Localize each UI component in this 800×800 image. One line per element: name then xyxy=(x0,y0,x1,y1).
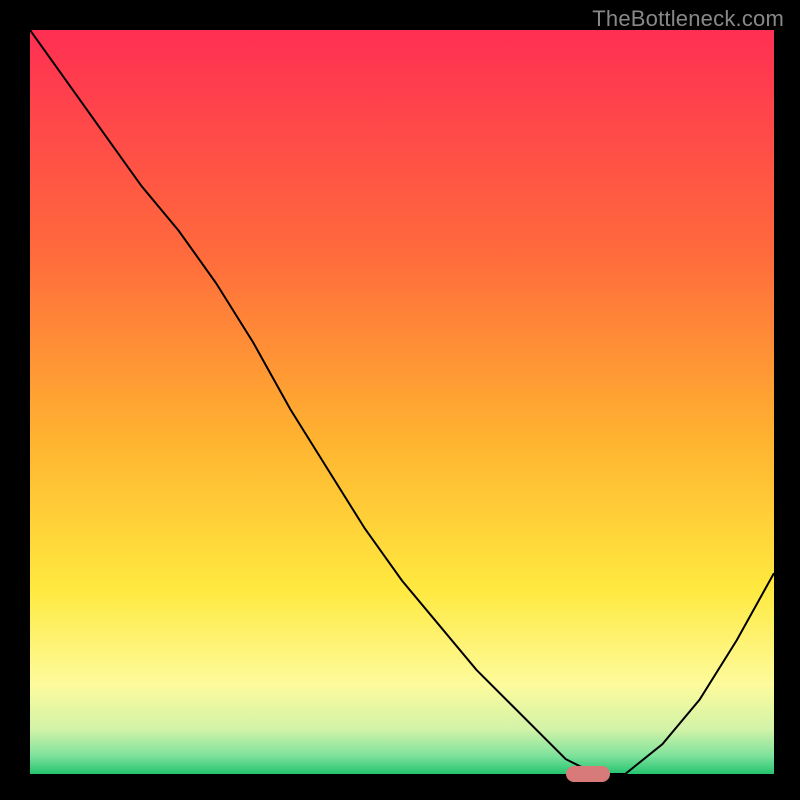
optimal-marker xyxy=(566,766,611,782)
curve-svg xyxy=(30,30,774,774)
watermark-label: TheBottleneck.com xyxy=(592,6,784,32)
bottleneck-curve xyxy=(30,30,774,774)
plot-area xyxy=(30,30,774,774)
